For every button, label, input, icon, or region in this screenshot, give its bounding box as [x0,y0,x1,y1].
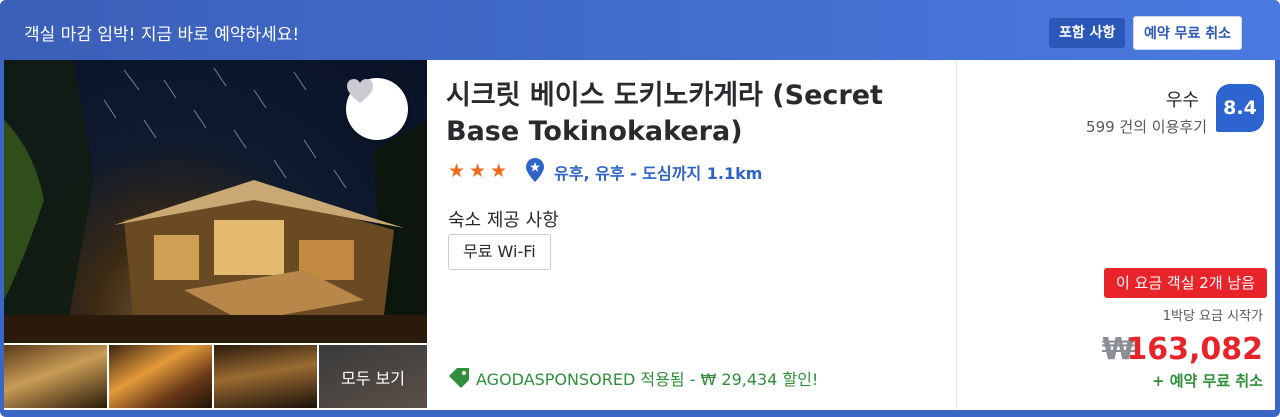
card-body: 모두 보기 시크릿 베이스 도키노카게라 (Secret Base Tokino… [4,60,1275,410]
banner-text: 객실 마감 임박! 지금 바로 예약하세요! [24,25,300,45]
price-value[interactable]: 163,082 [1126,330,1263,370]
rating-label: 우수 [1165,90,1199,111]
tag-icon [449,368,469,388]
thumbnail[interactable] [214,345,317,408]
free-cancel-chip[interactable]: 예약 무료 취소 [1133,16,1243,50]
hotel-card[interactable]: 객실 마감 임박! 지금 바로 예약하세요! 포함 사항 예약 무료 취소 모두… [0,0,1280,417]
price-column: 우수 599 건의 이용후기 8.4 이 요금 객실 2개 남음 1박당 요금 … [957,60,1275,410]
favorite-button[interactable] [346,78,408,140]
thumbnail-strip: 모두 보기 [4,345,427,410]
heart-icon [347,79,373,103]
price-from-label: 1박당 요금 시작가 [1162,309,1263,324]
review-score-badge: 8.4 [1216,84,1264,132]
see-all-label: 모두 보기 [341,368,405,388]
star-icon: ★ [469,160,487,182]
urgency-banner: 객실 마감 임박! 지금 바로 예약하세요! 포함 사항 예약 무료 취소 [0,0,1280,60]
amenities-title: 숙소 제공 사항 [448,210,559,231]
main-photo[interactable] [4,60,427,343]
star-icon: ★ [448,160,466,182]
see-all-photos-button[interactable]: 모두 보기 [319,345,427,408]
review-count[interactable]: 599 건의 이용후기 [1086,116,1207,137]
hotel-details: 시크릿 베이스 도키노카게라 (Secret Base Tokinokakera… [428,60,955,410]
amenity-tag: 무료 Wi-Fi [448,234,551,270]
promo-text: AGODASPONSORED 적용됨 - ₩ 29,434 할인! [476,370,819,389]
thumbnail[interactable] [4,345,107,408]
rooms-left-badge: 이 요금 객실 2개 남음 [1103,268,1267,298]
star-icon: ★ [490,160,508,182]
free-cancel-note: + 예약 무료 취소 [1151,372,1263,390]
location-link[interactable]: 유후, 유후 - 도심까지 1.1km [554,160,762,184]
map-pin-icon [526,158,544,182]
hotel-name[interactable]: 시크릿 베이스 도키노카게라 (Secret Base Tokinokakera… [446,78,936,150]
thumbnail[interactable] [109,345,212,408]
included-chip[interactable]: 포함 사항 [1049,18,1126,48]
star-rating: ★ ★ ★ [448,160,507,182]
